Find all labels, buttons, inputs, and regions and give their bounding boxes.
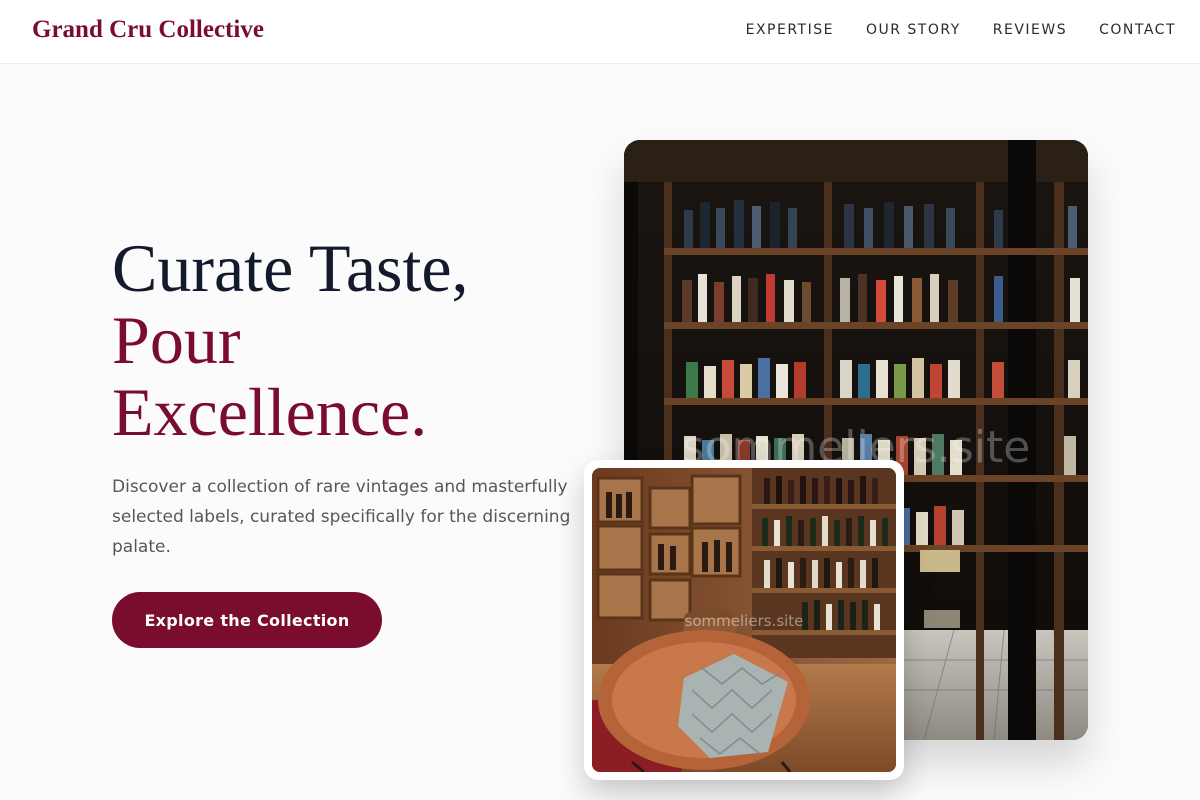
small-image-watermark: sommeliers.site (685, 612, 804, 630)
wine-lounge-photo: sommeliers.site (584, 460, 904, 780)
nav-link-contact[interactable]: CONTACT (1099, 22, 1176, 38)
nav-link-our-story[interactable]: OUR STORY (866, 22, 961, 38)
explore-collection-button[interactable]: Explore the Collection (112, 592, 382, 648)
hero-title-line1: Curate Taste, (112, 230, 469, 306)
top-navigation-bar: Grand Cru Collective EXPERTISE OUR STORY… (0, 0, 1200, 64)
main-menu: EXPERTISE OUR STORY REVIEWS CONTACT (746, 22, 1176, 38)
hero-title: Curate Taste, Pour Excellence. (112, 232, 582, 448)
hero-title-line3: Excellence. (112, 374, 428, 450)
nav-link-reviews[interactable]: REVIEWS (993, 22, 1067, 38)
brand-logo[interactable]: Grand Cru Collective (32, 16, 264, 44)
nav-link-expertise[interactable]: EXPERTISE (746, 22, 834, 38)
hero-title-line2: Pour (112, 302, 241, 378)
hero-description: Discover a collection of rare vintages a… (112, 477, 571, 557)
